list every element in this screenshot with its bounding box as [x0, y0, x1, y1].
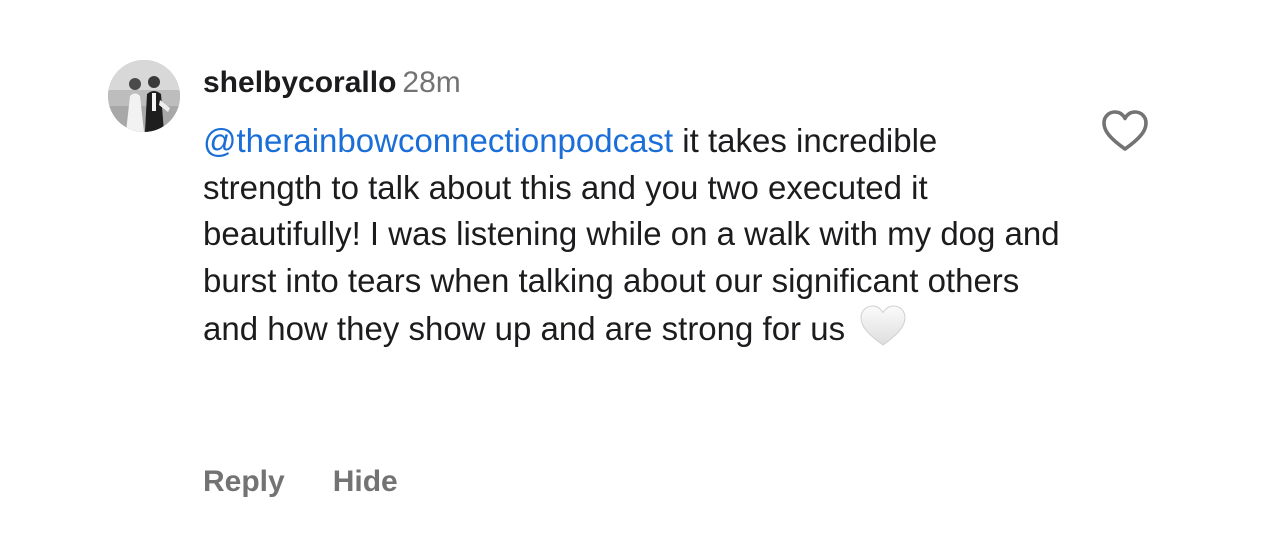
comment-actions: Reply Hide: [203, 462, 398, 502]
comment-body: @therainbowconnectionpodcast it takes in…: [203, 118, 1063, 361]
comment-content: shelbycorallo 28m @therainbowconnectionpo…: [203, 64, 1083, 361]
like-button[interactable]: [1100, 108, 1150, 154]
white-heart-emoji-icon: [859, 304, 907, 361]
heart-outline-icon: [1102, 110, 1148, 151]
comment-item: shelbycorallo 28m @therainbowconnectionpo…: [0, 0, 1272, 540]
comment-username[interactable]: shelbycorallo: [203, 66, 396, 99]
reply-button[interactable]: Reply: [203, 465, 285, 498]
comment-timestamp: 28m: [402, 66, 461, 99]
comment-header: shelbycorallo 28m: [203, 64, 1083, 102]
hide-button[interactable]: Hide: [333, 465, 398, 498]
avatar-photo: [108, 60, 180, 132]
mention-link[interactable]: @therainbowconnectionpodcast: [203, 122, 673, 159]
avatar[interactable]: [108, 60, 180, 132]
